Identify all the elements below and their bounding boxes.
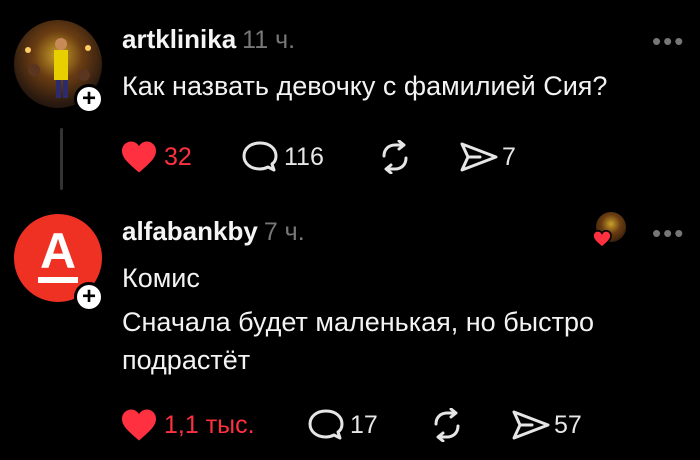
- avatar-alfabankby-wrap[interactable]: А +: [14, 214, 110, 312]
- like-button[interactable]: 1,1 тыс.: [120, 408, 255, 442]
- comment-button[interactable]: 17: [306, 408, 378, 442]
- post-artklinika: + artklinika 11 ч. ••• Как назвать девочк…: [0, 0, 700, 200]
- post-time: 7 ч.: [263, 218, 305, 246]
- avatar-artklinika-wrap[interactable]: +: [14, 20, 110, 116]
- follow-plus-button[interactable]: +: [74, 282, 104, 312]
- share-button[interactable]: 7: [458, 140, 516, 174]
- author-liked-avatar: [592, 212, 628, 248]
- like-button[interactable]: 32: [120, 140, 192, 174]
- more-icon[interactable]: •••: [652, 26, 685, 57]
- heart-icon: [122, 141, 156, 173]
- plus-icon: +: [81, 283, 96, 310]
- post-alfabankby: А + alfabankby 7 ч. ••• Комис Сначала буд…: [0, 200, 700, 460]
- share-count: 57: [554, 410, 582, 439]
- heart-icon: [592, 230, 612, 248]
- repost-icon: [434, 408, 460, 442]
- heart-icon: [122, 409, 156, 441]
- alfa-logo-bar: [38, 277, 78, 283]
- share-button[interactable]: 57: [510, 408, 582, 442]
- follow-plus-button[interactable]: +: [74, 84, 104, 114]
- comment-button[interactable]: 116: [240, 140, 324, 174]
- username[interactable]: alfabankby: [122, 216, 258, 246]
- repost-button[interactable]: [428, 408, 466, 442]
- like-count: 1,1 тыс.: [164, 410, 255, 439]
- reply-text-line-2: Сначала будет маленькая, но быстро: [122, 307, 594, 337]
- alfa-logo-letter: А: [39, 223, 77, 279]
- repost-button[interactable]: [376, 140, 414, 174]
- plus-icon: +: [81, 85, 96, 112]
- username[interactable]: artklinika: [122, 24, 236, 54]
- repost-icon: [382, 140, 408, 174]
- username-row: alfabankby 7 ч.: [122, 216, 305, 247]
- comment-icon: [242, 141, 278, 172]
- like-count: 32: [164, 142, 192, 171]
- comment-count: 17: [350, 410, 378, 439]
- post-time: 11 ч.: [242, 26, 296, 54]
- share-count: 7: [502, 142, 516, 171]
- thread-line: [60, 128, 63, 190]
- username-row: artklinika 11 ч.: [122, 24, 295, 55]
- more-icon[interactable]: •••: [652, 218, 685, 249]
- share-icon: [460, 142, 498, 172]
- post-text: Как назвать девочку с фамилией Сия?: [122, 71, 608, 101]
- share-icon: [512, 410, 550, 440]
- comment-count: 116: [284, 142, 324, 171]
- reply-text-line-3: подрастёт: [122, 345, 251, 375]
- reply-text-line-1: Комис: [122, 263, 200, 293]
- comment-icon: [308, 409, 344, 440]
